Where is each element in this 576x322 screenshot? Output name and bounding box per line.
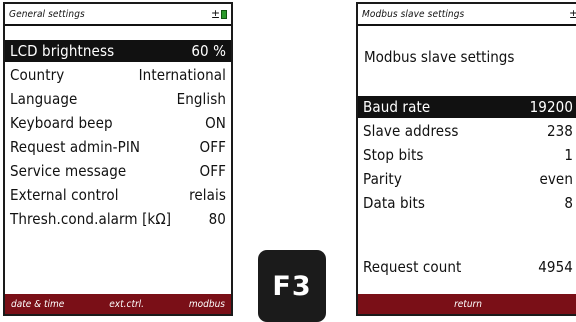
screen-title: General settings bbox=[9, 8, 85, 20]
setting-row-external-control[interactable]: External control relais bbox=[5, 184, 231, 206]
setting-label: Stop bits bbox=[363, 146, 424, 164]
setting-row-stop-bits[interactable]: Stop bits 1 bbox=[358, 144, 576, 166]
softkey-modbus[interactable]: modbus bbox=[189, 299, 225, 310]
modbus-slave-settings-screen: Modbus slave settings ± Modbus slave set… bbox=[356, 2, 576, 316]
setting-value: OFF bbox=[199, 138, 226, 156]
setting-label: Thresh.cond.alarm [kΩ] bbox=[10, 210, 172, 228]
setting-value: 1 bbox=[564, 146, 573, 164]
setting-row-language[interactable]: Language English bbox=[5, 88, 231, 110]
setting-row-request-admin-pin[interactable]: Request admin-PIN OFF bbox=[5, 136, 231, 158]
setting-label: Request admin-PIN bbox=[10, 138, 141, 156]
setting-label: Service message bbox=[10, 162, 127, 180]
setting-label: Baud rate bbox=[363, 98, 431, 116]
setting-label: Country bbox=[10, 66, 65, 84]
setting-value: 238 bbox=[546, 122, 573, 140]
softkey-return[interactable]: return bbox=[454, 299, 482, 310]
setting-row-keyboard-beep[interactable]: Keyboard beep ON bbox=[5, 112, 231, 134]
request-count-row: Request count 4954 bbox=[358, 256, 576, 278]
setting-label: Slave address bbox=[363, 122, 459, 140]
status-indicators: ± bbox=[211, 8, 227, 20]
setting-row-lcd-brightness[interactable]: LCD brightness 60 % bbox=[5, 40, 231, 62]
general-settings-screen: General settings ± LCD brightness 60 % C… bbox=[3, 2, 233, 316]
setting-value: English bbox=[176, 90, 226, 108]
setting-label: LCD brightness bbox=[10, 42, 115, 60]
setting-value: 80 bbox=[208, 210, 226, 228]
softkey-date-time[interactable]: date & time bbox=[11, 299, 64, 310]
setting-value: 8 bbox=[564, 194, 573, 212]
plug-icon: ± bbox=[210, 7, 220, 21]
softkey-ext-ctrl[interactable]: ext.ctrl. bbox=[109, 299, 144, 310]
setting-row-slave-address[interactable]: Slave address 238 bbox=[358, 120, 576, 142]
title-bar: Modbus slave settings ± bbox=[358, 4, 576, 26]
status-led-icon bbox=[221, 9, 227, 19]
setting-label: Language bbox=[10, 90, 78, 108]
setting-row-baud-rate[interactable]: Baud rate 19200 bbox=[358, 96, 576, 118]
setting-row-country[interactable]: Country International bbox=[5, 64, 231, 86]
status-indicators: ± bbox=[569, 8, 576, 20]
setting-value: even bbox=[539, 170, 573, 188]
f3-key[interactable]: F3 bbox=[258, 250, 326, 322]
setting-value: 60 % bbox=[191, 42, 226, 60]
setting-value: OFF bbox=[199, 162, 226, 180]
setting-label: External control bbox=[10, 186, 119, 204]
setting-label: Request count bbox=[363, 258, 462, 276]
softkey-bar: return bbox=[358, 294, 576, 314]
setting-label: Keyboard beep bbox=[10, 114, 113, 132]
setting-row-thresh-cond-alarm[interactable]: Thresh.cond.alarm [kΩ] 80 bbox=[5, 208, 231, 230]
setting-value: International bbox=[138, 66, 226, 84]
setting-value: relais bbox=[189, 186, 226, 204]
plug-icon: ± bbox=[569, 8, 576, 20]
page-subtitle: Modbus slave settings bbox=[364, 48, 515, 66]
setting-row-data-bits[interactable]: Data bits 8 bbox=[358, 192, 576, 214]
title-bar: General settings ± bbox=[5, 4, 231, 26]
setting-value: ON bbox=[205, 114, 226, 132]
setting-value: 4954 bbox=[538, 258, 573, 276]
setting-value: 19200 bbox=[529, 98, 573, 116]
softkey-bar: date & time ext.ctrl. modbus bbox=[5, 294, 231, 314]
setting-row-parity[interactable]: Parity even bbox=[358, 168, 576, 190]
setting-label: Parity bbox=[363, 170, 402, 188]
screen-title: Modbus slave settings bbox=[362, 8, 465, 20]
setting-label: Data bits bbox=[363, 194, 426, 212]
setting-row-service-message[interactable]: Service message OFF bbox=[5, 160, 231, 182]
